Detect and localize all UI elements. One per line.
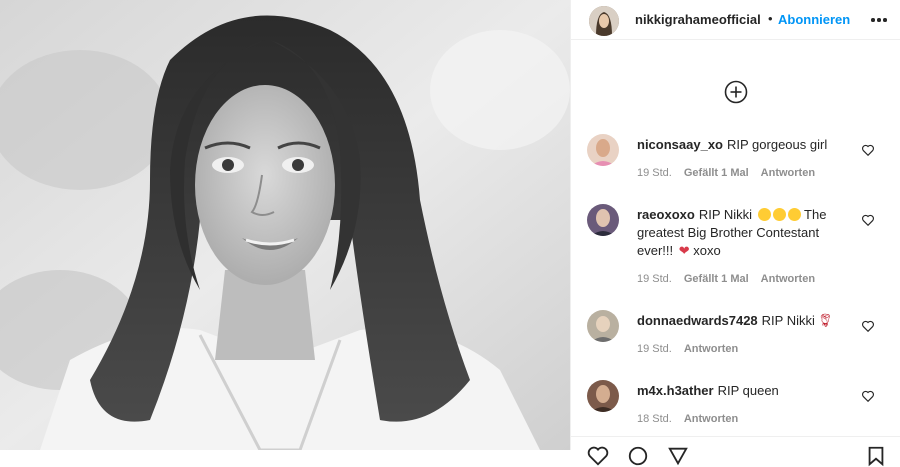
commenter-avatar[interactable] [587, 310, 619, 342]
comment-meta: 19 Std. Gefällt 1 Mal Antworten [637, 167, 827, 179]
more-options-icon[interactable] [869, 12, 889, 28]
share-action-icon[interactable] [667, 445, 689, 467]
comment-body: RIP Nikki [698, 207, 753, 222]
comment-meta: 18 Std. Antworten [637, 413, 750, 425]
reply-button[interactable]: Antworten [684, 413, 738, 425]
comment-text: m4x.h3ather RIP queen [637, 382, 847, 400]
comment-time[interactable]: 18 Std. [637, 413, 672, 425]
save-action-icon[interactable] [865, 445, 887, 467]
comment-meta: 19 Std. Antworten [637, 343, 750, 355]
comment-body: RIP queen [717, 383, 779, 398]
reply-button[interactable]: Antworten [684, 343, 738, 355]
comment-time[interactable]: 19 Std. [637, 273, 672, 285]
comment-time[interactable]: 19 Std. [637, 167, 672, 179]
kiss-emoji-icon [772, 208, 786, 221]
heart-icon[interactable] [861, 143, 875, 157]
comment-likes[interactable]: Gefällt 1 Mal [684, 167, 749, 179]
comment-action-icon[interactable] [627, 445, 649, 467]
comment-body: RIP gorgeous girl [727, 137, 828, 152]
comment-meta: 19 Std. Gefällt 1 Mal Antworten [637, 273, 827, 285]
post-photo[interactable] [0, 0, 570, 450]
separator-dot: • [768, 11, 773, 26]
comment-text: donnaedwards7428 RIP Nikki 🌹︎ [637, 312, 847, 330]
add-circle-icon[interactable] [724, 80, 748, 104]
post-action-bar [571, 436, 900, 467]
comment-time[interactable]: 19 Std. [637, 343, 672, 355]
kiss-emoji-icon [757, 208, 771, 221]
post-username[interactable]: nikkigrahameofficial [635, 12, 761, 27]
heart-icon[interactable] [861, 213, 875, 227]
heart-icon[interactable] [861, 319, 875, 333]
portrait-image [0, 0, 570, 450]
commenter-avatar[interactable] [587, 134, 619, 166]
reply-button[interactable]: Antworten [761, 167, 815, 179]
post-header: nikkigrahameofficial • Abonnieren [571, 0, 900, 40]
comment-text: niconsaay_xo RIP gorgeous girl [637, 136, 847, 154]
comment-username[interactable]: donnaedwards7428 [637, 313, 758, 328]
reply-button[interactable]: Antworten [761, 273, 815, 285]
heart-emoji-icon: ❤ [678, 243, 690, 258]
follow-button[interactable]: Abonnieren [778, 12, 850, 27]
commenter-avatar[interactable] [587, 380, 619, 412]
profile-avatar[interactable] [589, 6, 619, 36]
rose-emoji-icon: 🌹︎ [816, 313, 834, 328]
comment-username[interactable]: niconsaay_xo [637, 137, 723, 152]
comment-text: raeoxoxo RIP Nikki The greatest Big Broth… [637, 206, 847, 260]
comment-username[interactable]: m4x.h3ather [637, 383, 714, 398]
kiss-emoji-icon [787, 208, 801, 221]
like-action-icon[interactable] [587, 445, 609, 467]
comment-likes[interactable]: Gefällt 1 Mal [684, 273, 749, 285]
comment-body: xoxo [693, 243, 721, 258]
heart-icon[interactable] [861, 389, 875, 403]
comment-body: RIP Nikki [761, 313, 815, 328]
post-sidebar: nikkigrahameofficial • Abonnieren nicons… [570, 0, 900, 467]
commenter-avatar[interactable] [587, 204, 619, 236]
comment-username[interactable]: raeoxoxo [637, 207, 695, 222]
